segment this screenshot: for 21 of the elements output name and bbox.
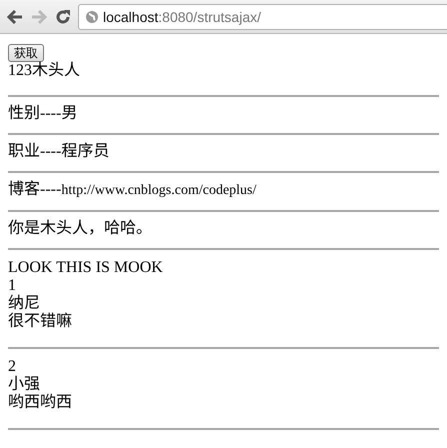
person-id: 1 xyxy=(8,277,16,294)
field-line: 博客----http://www.cnblogs.com/codeplus/ xyxy=(8,181,256,200)
address-bar[interactable]: localhost:8080/strutsajax/ xyxy=(78,4,447,30)
back-arrow-icon xyxy=(7,10,23,24)
list-title: LOOK THIS IS MOOK xyxy=(8,259,163,277)
person-name: 小强 xyxy=(8,376,40,394)
field-line: 性别----男 xyxy=(8,105,78,123)
message-text: 你是木头人，哈哈。 xyxy=(8,220,152,238)
url-text: localhost:8080/strutsajax/ xyxy=(103,8,261,24)
back-button[interactable] xyxy=(6,8,24,26)
reload-icon xyxy=(55,8,71,24)
person-id: 2 xyxy=(8,358,16,376)
person-name: 纳尼 xyxy=(8,295,40,312)
globe-icon xyxy=(85,10,99,24)
person-comment: 哟西哟西 xyxy=(8,394,72,412)
heading-text: 123木头人 xyxy=(8,62,80,80)
fetch-button[interactable]: 获取 xyxy=(8,44,44,62)
reload-button[interactable] xyxy=(54,8,72,26)
forward-arrow-icon xyxy=(31,10,47,24)
person-comment: 很不错嘛 xyxy=(8,313,72,331)
field-line: 职业----程序员 xyxy=(8,143,110,161)
